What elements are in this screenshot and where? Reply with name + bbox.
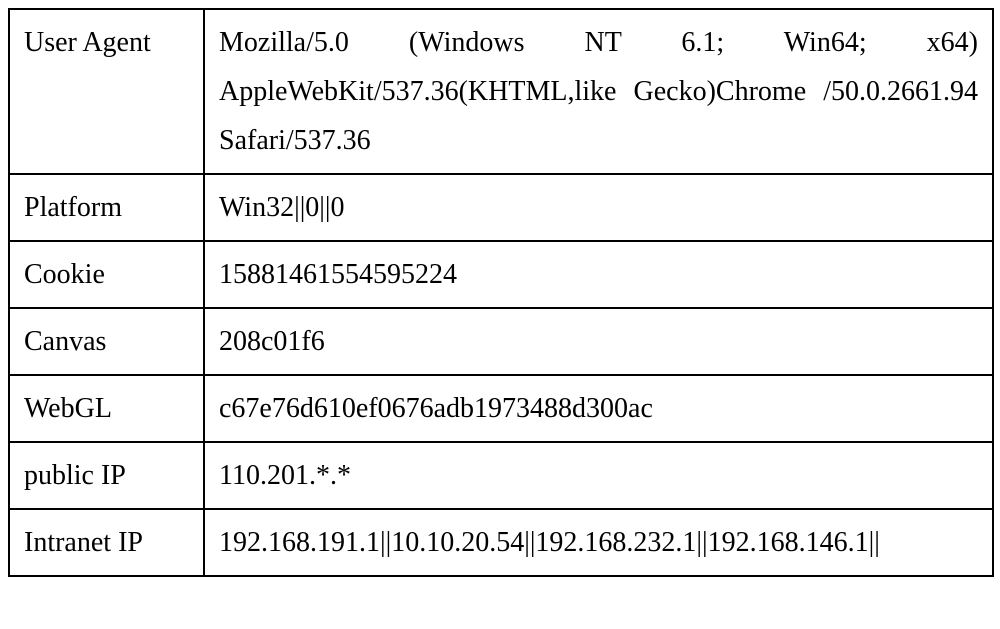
row-value: 15881461554595224 (204, 241, 993, 308)
row-key: Platform (9, 174, 204, 241)
info-table: User Agent Mozilla/5.0 (Windows NT 6.1; … (8, 8, 994, 577)
row-value: 110.201.*.* (204, 442, 993, 509)
row-key: public IP (9, 442, 204, 509)
table-row: Platform Win32||0||0 (9, 174, 993, 241)
table-row: public IP 110.201.*.* (9, 442, 993, 509)
row-value: Mozilla/5.0 (Windows NT 6.1; Win64; x64)… (204, 9, 993, 174)
row-value: 192.168.191.1||10.10.20.54||192.168.232.… (204, 509, 993, 576)
table-row: Intranet IP 192.168.191.1||10.10.20.54||… (9, 509, 993, 576)
row-value: c67e76d610ef0676adb1973488d300ac (204, 375, 993, 442)
table-row: Cookie 15881461554595224 (9, 241, 993, 308)
row-key: WebGL (9, 375, 204, 442)
table-row: WebGL c67e76d610ef0676adb1973488d300ac (9, 375, 993, 442)
table-row: Canvas 208c01f6 (9, 308, 993, 375)
row-key: User Agent (9, 9, 204, 174)
row-key: Cookie (9, 241, 204, 308)
row-value: 208c01f6 (204, 308, 993, 375)
row-value: Win32||0||0 (204, 174, 993, 241)
row-key: Intranet IP (9, 509, 204, 576)
row-key: Canvas (9, 308, 204, 375)
table-row: User Agent Mozilla/5.0 (Windows NT 6.1; … (9, 9, 993, 174)
